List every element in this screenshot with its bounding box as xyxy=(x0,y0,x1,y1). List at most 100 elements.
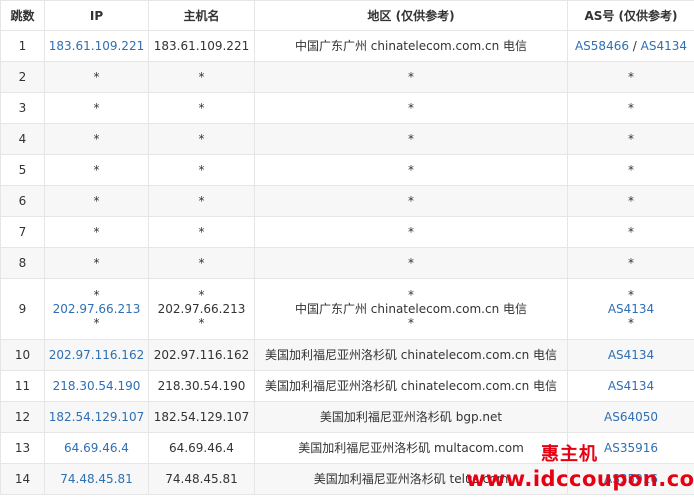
ip-probe-timeout: * xyxy=(93,316,100,330)
table-row: 11 218.30.54.190 218.30.54.190 美国加利福尼亚州洛… xyxy=(0,370,694,402)
as-link[interactable]: AS4134 xyxy=(641,39,687,53)
hop-cell: 10 xyxy=(0,339,45,371)
region-cell: 美国加利福尼亚州洛杉矶 bgp.net xyxy=(254,401,568,433)
hop-cell: 3 xyxy=(0,92,45,124)
header-region: 地区 (仅供参考) xyxy=(254,0,568,31)
hop-cell: 6 xyxy=(0,185,45,217)
as-cell: * xyxy=(567,154,694,186)
hostname-cell: * 202.97.66.213 * xyxy=(148,278,255,340)
region-cell: * xyxy=(254,216,568,248)
hop-cell: 8 xyxy=(0,247,45,279)
hostname-cell: * xyxy=(148,247,255,279)
ip-link[interactable]: 202.97.66.213 xyxy=(47,302,146,316)
ip-link[interactable]: 202.97.116.162 xyxy=(49,348,144,362)
ip-link[interactable]: 64.69.46.4 xyxy=(64,441,129,455)
table-row: 9 * 202.97.66.213 * * 202.97.66.213 * * … xyxy=(0,278,694,340)
as-cell: * xyxy=(567,61,694,93)
header-ip: IP xyxy=(44,0,149,31)
ip-cell: * 202.97.66.213 * xyxy=(44,278,149,340)
as-probe-timeout: * xyxy=(628,316,634,330)
hop-cell: 9 xyxy=(0,278,45,340)
ip-cell: 74.48.45.81 xyxy=(44,463,149,495)
region-cell: 美国加利福尼亚州洛杉矶 chinatelecom.com.cn 电信 xyxy=(254,339,568,371)
as-link[interactable]: AS4134 xyxy=(608,379,654,393)
hostname-cell: 183.61.109.221 xyxy=(148,30,255,62)
table-row: 3 * * * * xyxy=(0,92,694,124)
ip-cell: 218.30.54.190 xyxy=(44,370,149,402)
hop-cell: 4 xyxy=(0,123,45,155)
table-row: 13 64.69.46.4 64.69.46.4 美国加利福尼亚州洛杉矶 mul… xyxy=(0,432,694,464)
header-hostname: 主机名 xyxy=(148,0,255,31)
ip-cell: * xyxy=(44,247,149,279)
region-cell: * 中国广东广州 chinatelecom.com.cn 电信 * xyxy=(254,278,568,340)
ip-link[interactable]: 182.54.129.107 xyxy=(49,410,144,424)
as-separator: / xyxy=(628,39,641,53)
hostname-cell: 218.30.54.190 xyxy=(148,370,255,402)
ip-cell: * xyxy=(44,123,149,155)
as-cell: * xyxy=(567,123,694,155)
as-cell: * AS4134 * xyxy=(567,278,694,340)
hostname-text: 202.97.66.213 xyxy=(157,302,246,316)
hostname-cell: * xyxy=(148,92,255,124)
region-cell: 中国广东广州 chinatelecom.com.cn 电信 xyxy=(254,30,568,62)
as-cell: AS35916 xyxy=(567,432,694,464)
header-hop: 跳数 xyxy=(0,0,45,31)
as-cell: AS58466 / AS4134 xyxy=(567,30,694,62)
table-row: 2 * * * * xyxy=(0,61,694,93)
hostname-cell: * xyxy=(148,216,255,248)
region-cell: * xyxy=(254,123,568,155)
ip-cell: 182.54.129.107 xyxy=(44,401,149,433)
as-link[interactable]: AS35916 xyxy=(604,472,658,486)
hop-cell: 13 xyxy=(0,432,45,464)
ip-cell: * xyxy=(44,61,149,93)
hostname-cell: * xyxy=(148,123,255,155)
table-row: 7 * * * * xyxy=(0,216,694,248)
as-link[interactable]: AS35916 xyxy=(604,441,658,455)
table-row: 4 * * * * xyxy=(0,123,694,155)
table-row: 6 * * * * xyxy=(0,185,694,217)
ip-cell: * xyxy=(44,154,149,186)
hostname-cell: 202.97.116.162 xyxy=(148,339,255,371)
hostname-cell: * xyxy=(148,61,255,93)
table-row: 14 74.48.45.81 74.48.45.81 美国加利福尼亚州洛杉矶 t… xyxy=(0,463,694,495)
table-row: 10 202.97.116.162 202.97.116.162 美国加利福尼亚… xyxy=(0,339,694,371)
region-probe-timeout: * xyxy=(408,316,414,330)
hostname-cell: 64.69.46.4 xyxy=(148,432,255,464)
region-cell: 美国加利福尼亚州洛杉矶 telus.com xyxy=(254,463,568,495)
region-text: 中国广东广州 chinatelecom.com.cn 电信 xyxy=(294,302,528,316)
region-cell: * xyxy=(254,185,568,217)
ip-link[interactable]: 74.48.45.81 xyxy=(60,472,133,486)
ip-probe-timeout: * xyxy=(93,288,100,302)
traceroute-table: 跳数 IP 主机名 地区 (仅供参考) AS号 (仅供参考) 1 183.61.… xyxy=(0,0,694,495)
as-link[interactable]: AS4134 xyxy=(570,302,692,316)
ip-link[interactable]: 183.61.109.221 xyxy=(49,39,144,53)
as-link[interactable]: AS64050 xyxy=(604,410,658,424)
table-row: 1 183.61.109.221 183.61.109.221 中国广东广州 c… xyxy=(0,30,694,62)
hostname-probe-timeout: * xyxy=(198,316,205,330)
ip-cell: 64.69.46.4 xyxy=(44,432,149,464)
hostname-cell: * xyxy=(148,154,255,186)
ip-cell: * xyxy=(44,216,149,248)
region-cell: * xyxy=(254,61,568,93)
ip-cell: 183.61.109.221 xyxy=(44,30,149,62)
ip-cell: * xyxy=(44,92,149,124)
as-link[interactable]: AS4134 xyxy=(608,348,654,362)
as-cell: * xyxy=(567,216,694,248)
table-row: 12 182.54.129.107 182.54.129.107 美国加利福尼亚… xyxy=(0,401,694,433)
ip-link[interactable]: 218.30.54.190 xyxy=(53,379,141,393)
hostname-cell: * xyxy=(148,185,255,217)
region-probe-timeout: * xyxy=(408,288,414,302)
as-cell: * xyxy=(567,247,694,279)
as-probe-timeout: * xyxy=(628,288,634,302)
hop-cell: 2 xyxy=(0,61,45,93)
region-cell: 美国加利福尼亚州洛杉矶 multacom.com xyxy=(254,432,568,464)
as-link[interactable]: AS58466 xyxy=(575,39,629,53)
hop-cell: 12 xyxy=(0,401,45,433)
as-cell: AS4134 xyxy=(567,339,694,371)
table-row: 8 * * * * xyxy=(0,247,694,279)
as-cell: AS35916 xyxy=(567,463,694,495)
region-cell: * xyxy=(254,247,568,279)
table-header-row: 跳数 IP 主机名 地区 (仅供参考) AS号 (仅供参考) xyxy=(0,0,694,31)
table-row: 5 * * * * xyxy=(0,154,694,186)
hop-cell: 7 xyxy=(0,216,45,248)
